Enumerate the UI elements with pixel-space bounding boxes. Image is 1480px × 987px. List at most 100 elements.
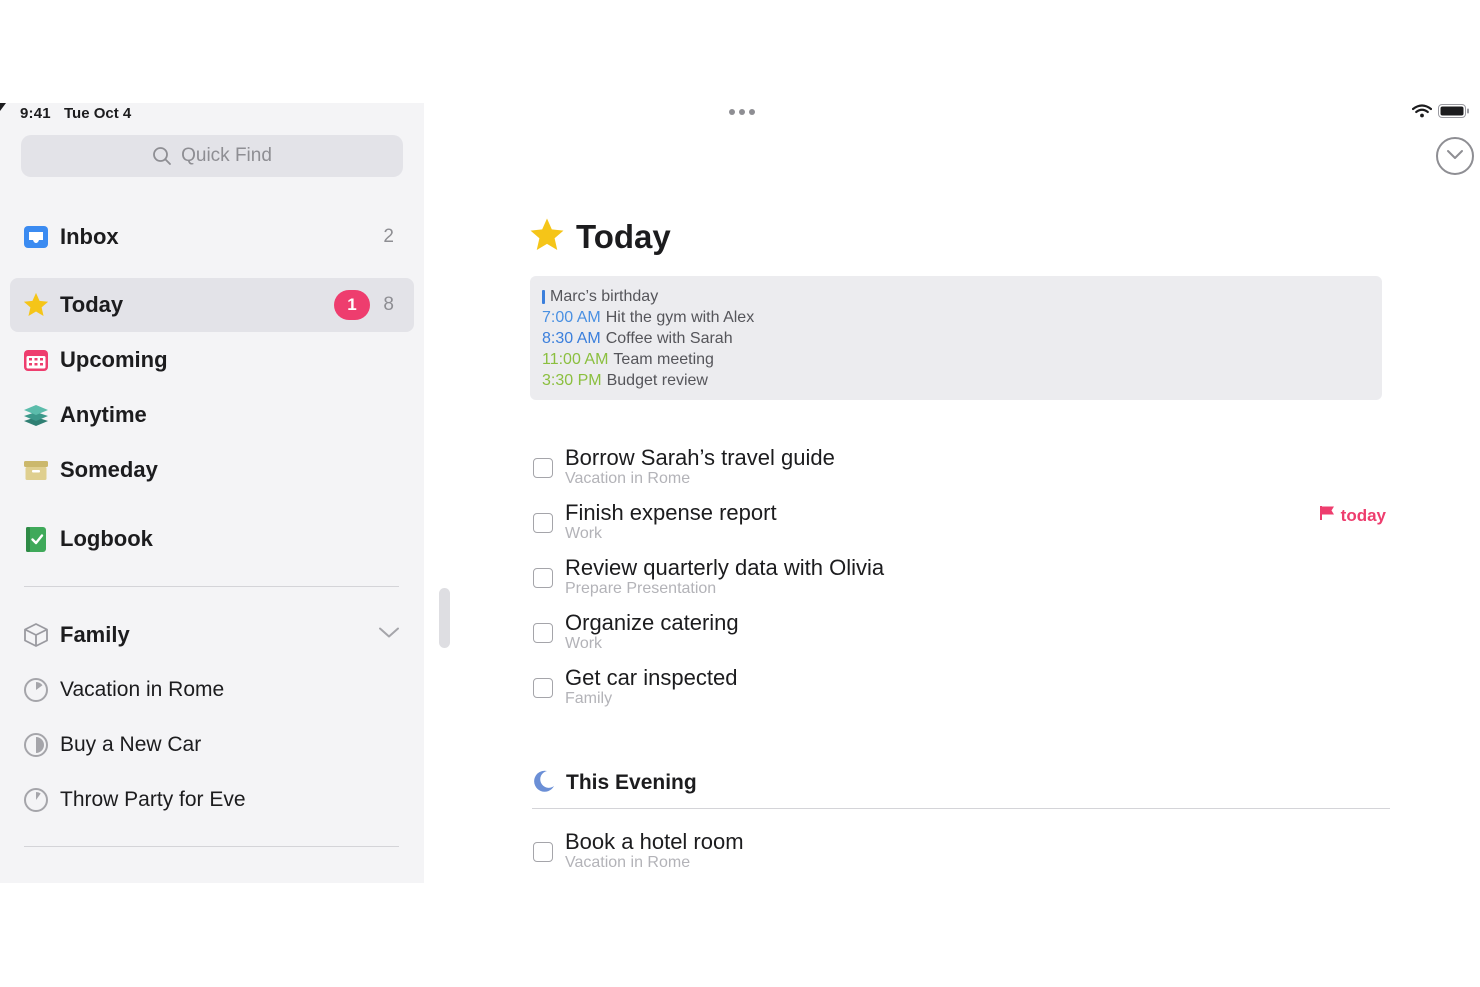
due-badge: 1 xyxy=(334,290,370,320)
page-header: Today xyxy=(528,215,671,259)
todo-project: Work xyxy=(565,635,603,652)
progress-pie-fill xyxy=(36,682,43,690)
calendar-event[interactable]: 7:00 AM Hit the gym with Alex xyxy=(542,307,1382,328)
todo-checkbox[interactable] xyxy=(533,513,553,533)
sidebar-item-label: Anytime xyxy=(60,402,147,427)
when-button[interactable] xyxy=(1436,137,1474,175)
todo-title: Finish expense report xyxy=(565,500,777,525)
quick-find-placeholder: Quick Find xyxy=(181,145,272,166)
all-day-marker xyxy=(542,289,545,304)
screen-corner xyxy=(0,103,6,111)
todo-item[interactable]: Organize catering Work xyxy=(530,610,1390,662)
quick-find-search[interactable]: Quick Find xyxy=(21,135,403,177)
todo-checkbox[interactable] xyxy=(533,568,553,588)
status-date: Tue Oct 4 xyxy=(64,105,132,122)
sidebar-item-label: Logbook xyxy=(60,526,153,551)
calendar-event[interactable]: 3:30 PM Budget review xyxy=(542,370,1382,391)
todo-title: Book a hotel room xyxy=(565,829,744,854)
sidebar-item-logbook[interactable]: Logbook xyxy=(10,512,414,566)
todo-item[interactable]: Get car inspected Family xyxy=(530,665,1390,717)
sidebar-item-upcoming[interactable]: Upcoming xyxy=(10,333,414,387)
todo-project: Vacation in Rome xyxy=(565,854,691,871)
sidebar-project-buy-a-new-car[interactable]: Buy a New Car xyxy=(10,720,414,770)
todo-item[interactable]: Borrow Sarah’s travel guide Vacation in … xyxy=(530,445,1390,497)
sidebar-item-label: Someday xyxy=(60,457,158,482)
cube-icon xyxy=(22,621,50,649)
moon-icon xyxy=(532,769,556,798)
event-title: Budget review xyxy=(606,371,708,389)
chevron-down-icon[interactable] xyxy=(378,626,400,645)
sidebar-project-vacation-in-rome[interactable]: Vacation in Rome xyxy=(10,665,414,715)
todo-project: Vacation in Rome xyxy=(565,470,691,487)
flag-icon xyxy=(1319,505,1335,526)
this-evening-header: This Evening xyxy=(532,768,697,798)
todo-item[interactable]: Book a hotel room Vacation in Rome xyxy=(530,829,1390,881)
sidebar-area-family[interactable]: Family xyxy=(10,610,414,660)
split-view-handle[interactable] xyxy=(439,588,450,648)
multitasking-dots[interactable] xyxy=(729,109,755,115)
event-time: 8:30 AM xyxy=(542,329,601,347)
layers-icon xyxy=(22,401,50,429)
calendar-events: Marc’s birthday 7:00 AM Hit the gym with… xyxy=(530,276,1382,400)
todo-title: Review quarterly data with Olivia xyxy=(565,555,885,580)
star-icon xyxy=(528,216,566,259)
page-title: Today xyxy=(576,218,671,255)
sidebar-item-inbox[interactable]: Inbox 2 xyxy=(10,210,414,264)
todo-checkbox[interactable] xyxy=(533,458,553,478)
inbox-icon xyxy=(22,223,50,251)
todo-title: Get car inspected xyxy=(565,665,738,690)
event-title: Coffee with Sarah xyxy=(605,329,733,347)
sidebar-divider xyxy=(24,846,399,847)
todo-project: Work xyxy=(565,525,603,542)
today-count: 8 xyxy=(383,294,394,315)
logbook-icon xyxy=(22,525,50,553)
sidebar-area-label: Family xyxy=(60,622,130,647)
todo-project: Family xyxy=(565,690,613,707)
section-title: This Evening xyxy=(566,771,697,794)
sidebar: 9:41 Tue Oct 4 Quick Find Inbox 2 Today … xyxy=(0,103,424,883)
sidebar-item-label: Today xyxy=(60,292,124,317)
todo-item[interactable]: Finish expense report Work today xyxy=(530,500,1390,552)
event-time: 7:00 AM xyxy=(542,308,601,326)
sidebar-item-label: Upcoming xyxy=(60,347,168,372)
chevron-down-icon xyxy=(1446,147,1464,165)
deadline-tag: today xyxy=(1319,505,1386,526)
inbox-count: 2 xyxy=(383,226,394,247)
progress-pie-icon xyxy=(22,676,50,704)
todo-checkbox[interactable] xyxy=(533,678,553,698)
project-label: Buy a New Car xyxy=(60,733,202,756)
event-title: Hit the gym with Alex xyxy=(605,308,755,326)
sidebar-divider xyxy=(24,586,399,587)
sidebar-item-anytime[interactable]: Anytime xyxy=(10,388,414,442)
progress-pie-fill xyxy=(36,737,44,753)
event-title: Team meeting xyxy=(613,350,714,368)
deadline-label: today xyxy=(1340,505,1386,525)
search-icon xyxy=(152,146,172,166)
todo-title: Borrow Sarah’s travel guide xyxy=(565,445,835,470)
todo-checkbox[interactable] xyxy=(533,842,553,862)
star-icon xyxy=(22,291,50,319)
status-time: 9:41 xyxy=(20,105,51,122)
sidebar-project-throw-party-for-eve[interactable]: Throw Party for Eve xyxy=(10,775,414,825)
todo-project: Prepare Presentation xyxy=(565,580,717,597)
sidebar-item-label: Inbox xyxy=(60,224,119,249)
status-indicators xyxy=(1411,103,1470,123)
sidebar-item-today[interactable]: Today 1 8 xyxy=(10,278,414,332)
project-label: Throw Party for Eve xyxy=(60,788,246,811)
calendar-event[interactable]: Marc’s birthday xyxy=(542,286,1382,307)
progress-pie-icon xyxy=(22,786,50,814)
things-app-window: 9:41 Tue Oct 4 Quick Find Inbox 2 Today … xyxy=(0,103,1480,883)
progress-pie-icon xyxy=(22,731,50,759)
progress-pie-fill xyxy=(36,792,41,800)
sidebar-item-someday[interactable]: Someday xyxy=(10,443,414,497)
todo-checkbox[interactable] xyxy=(533,623,553,643)
todo-title: Organize catering xyxy=(565,610,739,635)
todo-item[interactable]: Review quarterly data with Olivia Prepar… xyxy=(530,555,1390,607)
event-title: Marc’s birthday xyxy=(550,287,659,305)
calendar-event[interactable]: 11:00 AM Team meeting xyxy=(542,349,1382,370)
event-time: 11:00 AM xyxy=(542,350,609,368)
calendar-event[interactable]: 8:30 AM Coffee with Sarah xyxy=(542,328,1382,349)
wifi-icon xyxy=(1411,103,1433,123)
archive-box-icon xyxy=(22,456,50,484)
battery-icon xyxy=(1438,103,1470,123)
